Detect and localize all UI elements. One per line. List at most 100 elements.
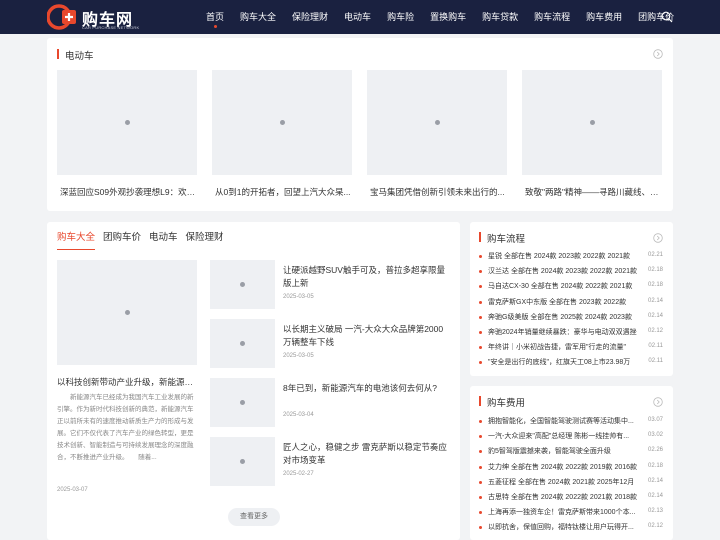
sidebar-list-item[interactable]: 古思特 全部在售 2024款 2022款 2021款 2018款 02.14	[479, 490, 663, 505]
sidebar-item-date: 02.21	[647, 252, 663, 258]
sidebar-item-title[interactable]: 年终讲｜小米初战告捷，雷军用"行走的流量"	[488, 342, 641, 352]
sidebar-item-date: 03.07	[647, 417, 663, 423]
sidebar-item-title[interactable]: 星锐 全部在售 2024款 2023款 2022款 2021款	[488, 251, 641, 261]
sidebar-list-item[interactable]: 以即抗舍，保值回购，福特钛楼让用户玩得开... 02.12	[479, 520, 663, 535]
sidebar-list-item[interactable]: 马自达CX-30 全部在售 2024款 2022款 2021款 02.18	[479, 279, 663, 294]
sidebar-list-item[interactable]: 豹5智驾版震撼来袭，智能驾驶全面升级 02.26	[479, 444, 663, 459]
feature-image[interactable]	[57, 260, 197, 365]
ev-card-image[interactable]	[522, 70, 662, 175]
news-item-title[interactable]: 8年已到，新能源汽车的电池该何去何从?	[283, 382, 451, 395]
nav-item[interactable]: 购车费用	[578, 0, 630, 34]
sidebar-item-title[interactable]: "安全是出行的底线"，红旗天工08上市23.98万	[488, 357, 641, 367]
bullet-dot-icon	[479, 285, 482, 289]
sidebar-item-date: 02.13	[647, 508, 663, 515]
tab[interactable]: 团购车价	[103, 229, 141, 250]
sidebar-item-title[interactable]: 一汽-大众迎来"高配"总经理 陈彬一线挂帅有...	[488, 431, 641, 441]
bullet-dot-icon	[479, 346, 482, 350]
costs-more-chevron-icon[interactable]	[653, 397, 663, 407]
bullet-dot-icon	[479, 480, 482, 484]
sidebar-item-date: 02.11	[648, 358, 663, 365]
sidebar-list-item[interactable]: 五菱征程 全部在售 2024款 2021款 2025年12月 02.14	[479, 475, 663, 490]
bullet-dot-icon	[479, 496, 482, 499]
sidebar-item-date: 02.11	[648, 343, 663, 350]
bullet-dot-icon	[479, 465, 482, 469]
ev-card-image[interactable]	[57, 70, 197, 175]
feature-title[interactable]: 以科技创新带动产业升级，新能源汽...	[57, 376, 197, 388]
tab[interactable]: 电动车	[149, 229, 178, 250]
sidebar-item-date: 02.12	[647, 523, 663, 530]
news-item-date: 2025-03-05	[283, 294, 314, 300]
tab[interactable]: 保险理财	[186, 229, 224, 250]
sidebar-item-date: 03.02	[647, 432, 663, 439]
news-item-image[interactable]	[210, 319, 275, 368]
sidebar-list-item[interactable]: 星锐 全部在售 2024款 2023款 2022款 2021款 02.21	[479, 249, 663, 264]
sidebar-list-item[interactable]: 年终讲｜小米初战告捷，雷军用"行走的流量" 02.11	[479, 340, 663, 355]
nav-item[interactable]: 首页	[198, 0, 232, 34]
news-item-title[interactable]: 让硬派越野SUV触手可及，普拉多超享限量版上新	[283, 264, 451, 290]
ev-card-image[interactable]	[367, 70, 507, 175]
nav-item[interactable]: 购车贷款	[474, 0, 526, 34]
logo-car-icon	[47, 4, 76, 30]
sidebar-list-item[interactable]: 艾力绅 全部在售 2024款 2022款 2019款 2016款 02.18	[479, 460, 663, 475]
nav-item[interactable]: 购车大全	[232, 0, 284, 34]
sidebar-list-item[interactable]: 奔驰2024年销量继续暴跌：豪华与电动双双遇挫 02.12	[479, 325, 663, 340]
search-icon[interactable]	[661, 11, 673, 23]
news-item-title[interactable]: 以长期主义破局 一汽-大众大众品牌第2000万辆整车下线	[283, 323, 451, 349]
sidebar-list-item[interactable]: "安全是出行的底线"，红旗天工08上市23.98万 02.11	[479, 355, 663, 370]
sidebar-list-item[interactable]: 雷克萨斯GX中东版 全部在售 2023款 2022款 02.14	[479, 295, 663, 310]
sidebar-item-title[interactable]: 古思特 全部在售 2024款 2022款 2021款 2018款	[488, 492, 641, 502]
sidebar-item-date: 02.18	[647, 282, 663, 289]
news-item-image[interactable]	[210, 378, 275, 427]
ev-card-title[interactable]: 深蓝回应S09外观抄袭理想L9：欢迎有...	[60, 186, 197, 198]
nav-item[interactable]: 团购车价	[630, 0, 682, 34]
sidebar-item-date: 02.14	[647, 477, 663, 484]
sidebar-item-title[interactable]: 拥抱智能化，全国智能驾驶测试赛等活动集中...	[488, 416, 641, 426]
sidebar-item-title[interactable]: 五菱征程 全部在售 2024款 2021款 2025年12月	[488, 477, 641, 487]
sidebar-item-title[interactable]: 马自达CX-30 全部在售 2024款 2022款 2021款	[488, 281, 641, 291]
sidebar-list-item[interactable]: 奔驰G级美版 全部在售 2025款 2024款 2023款 02.14	[479, 310, 663, 325]
bullet-dot-icon	[479, 361, 482, 365]
sidebar-item-title[interactable]: 奔驰2024年销量继续暴跌：豪华与电动双双遇挫	[488, 327, 641, 337]
ev-card-title[interactable]: 从0到1的开拓者，回望上汽大众杲...	[215, 186, 352, 198]
sidebar-item-date: 02.18	[647, 462, 663, 469]
nav-item[interactable]: 电动车	[336, 0, 379, 34]
sidebar-item-date: 02.14	[647, 297, 663, 304]
sidebar-item-title[interactable]: 豹5智驾版震撼来袭，智能驾驶全面升级	[488, 446, 641, 456]
news-item-image[interactable]	[210, 260, 275, 309]
news-tabs: 购车大全 团购车价 电动车 保险理财	[57, 229, 232, 250]
news-item-title[interactable]: 匠人之心，稳健之步 雷克萨斯以稳定节奏应对市场变革	[283, 441, 451, 467]
sidebar-list-item[interactable]: 汉兰达 全部在售 2024款 2023款 2022款 2021款 02.18	[479, 264, 663, 279]
sidebar-item-title[interactable]: 艾力绅 全部在售 2024款 2022款 2019款 2016款	[488, 462, 641, 472]
sidebar-item-title[interactable]: 以即抗舍，保值回购，福特钛楼让用户玩得开...	[488, 522, 641, 532]
sidebar-item-title[interactable]: 上海再添一独资车企！雷克萨斯带来1000个本...	[488, 507, 641, 517]
bullet-dot-icon	[479, 511, 482, 515]
sidebar-item-date: 02.14	[647, 493, 663, 499]
ev-more-chevron-icon[interactable]	[653, 49, 663, 59]
sidebar-item-title[interactable]: 汉兰达 全部在售 2024款 2023款 2022款 2021款	[488, 266, 641, 276]
logo-subtitle: CAR PURCHASE NETWORK	[82, 25, 140, 30]
sidebar-item-title[interactable]: 雷克萨斯GX中东版 全部在售 2023款 2022款	[488, 297, 641, 307]
nav-item[interactable]: 置换购车	[422, 0, 474, 34]
sidebar-list-item[interactable]: 上海再添一独资车企！雷克萨斯带来1000个本... 02.13	[479, 505, 663, 520]
sidebar-list-item[interactable]: 一汽-大众迎来"高配"总经理 陈彬一线挂帅有... 03.02	[479, 429, 663, 444]
tab[interactable]: 购车大全	[57, 229, 96, 250]
nav-item[interactable]: 购车流程	[526, 0, 578, 34]
news-item-date: 2025-03-05	[283, 353, 314, 359]
bullet-dot-icon	[479, 331, 482, 334]
load-more-button[interactable]: 查看更多	[228, 508, 280, 526]
site-logo[interactable]: 购车网 CAR PURCHASE NETWORK	[47, 4, 140, 32]
process-more-chevron-icon[interactable]	[653, 233, 663, 243]
sidebar-item-title[interactable]: 奔驰G级美版 全部在售 2025款 2024款 2023款	[488, 312, 641, 322]
sidebar-item-date: 02.14	[647, 312, 663, 319]
nav-item[interactable]: 保险理财	[284, 0, 336, 34]
ev-card-image[interactable]	[212, 70, 352, 175]
ev-card-title[interactable]: 宝马集团凭借创新引领未来出行的...	[370, 186, 507, 198]
bullet-dot-icon	[479, 255, 482, 258]
bullet-dot-icon	[479, 420, 482, 423]
news-item-image[interactable]	[210, 437, 275, 486]
feature-date: 2025-03-07	[57, 487, 88, 493]
sidebar-item-date: 02.12	[647, 328, 663, 334]
sidebar-list-item[interactable]: 拥抱智能化，全国智能驾驶测试赛等活动集中... 03.07	[479, 414, 663, 429]
ev-card-title[interactable]: 致敬"两路"精神——寻路川藏线、讲...	[525, 186, 662, 198]
nav-item[interactable]: 购车险	[379, 0, 422, 34]
